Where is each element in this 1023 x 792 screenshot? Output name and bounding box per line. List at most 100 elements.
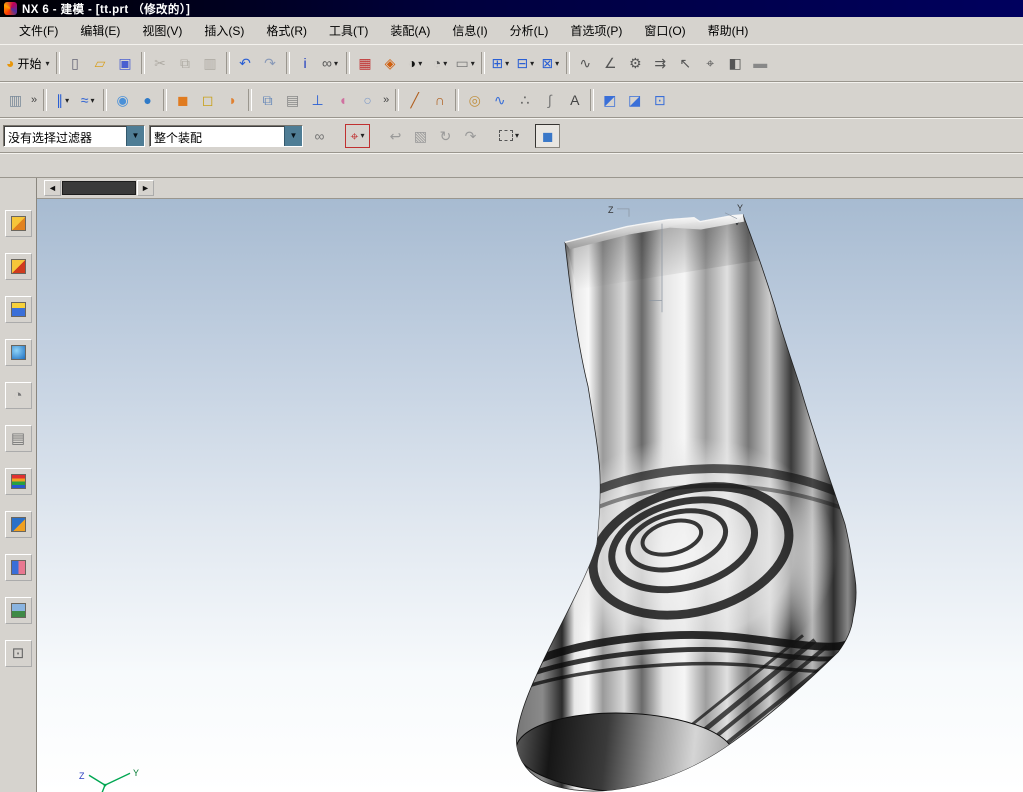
history-tab[interactable]: ▤ <box>4 425 32 452</box>
background-button[interactable]: ▭ ▾ <box>453 51 478 75</box>
dropdown-arrow-icon[interactable]: ▾ <box>443 59 447 68</box>
cylinder-button[interactable]: ○ <box>355 88 380 112</box>
undo-button[interactable]: ↶ <box>233 51 258 75</box>
menu-file[interactable]: 文件(F) <box>8 18 69 43</box>
arc-button[interactable]: ∩ <box>427 88 452 112</box>
menu-tools[interactable]: 工具(T) <box>318 18 379 43</box>
selection-filter-dropdown-button[interactable]: ▼ <box>126 125 144 146</box>
helix-button[interactable]: ∫ <box>537 88 562 112</box>
redo-button[interactable]: ↷ <box>258 51 283 75</box>
wcs-triad[interactable]: Y Z <box>79 768 139 792</box>
face-shape-button[interactable]: ◗ <box>220 88 245 112</box>
orient-view-button[interactable]: ◔ ▾ <box>428 51 453 75</box>
snap-point-toggle[interactable]: ⌖ ▾ <box>345 123 370 148</box>
menu-preferences[interactable]: 首选项(P) <box>559 18 633 43</box>
fit-view-button[interactable]: ⊞ ▾ <box>488 51 513 75</box>
wireframe-solid-button[interactable]: ◻ <box>195 88 220 112</box>
section-view-button[interactable]: ∥ ▾ <box>50 88 75 112</box>
dropdown-arrow-icon[interactable]: ▾ <box>334 59 338 68</box>
dropdown-arrow-icon[interactable]: ▾ <box>505 59 509 68</box>
toolbar-overflow-1[interactable]: » <box>31 94 37 106</box>
start-button[interactable]: ◕ 开始 ▾ <box>3 51 53 75</box>
studio-spline-button[interactable]: ∿ <box>487 88 512 112</box>
orient-wcs-button[interactable]: ↷ <box>458 124 483 148</box>
layer-settings-button[interactable]: ⧉ <box>255 88 280 112</box>
constraint-navigator-tab[interactable] <box>4 253 32 280</box>
preferences-button[interactable]: ⚙ <box>623 51 648 75</box>
deviation-gauge-button[interactable]: ∿ <box>573 51 598 75</box>
scroll-left-button[interactable]: ◄ <box>44 180 61 196</box>
system-scenes-tab[interactable] <box>4 597 32 624</box>
dropdown-arrow-icon[interactable]: ▾ <box>360 131 364 140</box>
dropdown-arrow-icon[interactable]: ▾ <box>45 59 49 68</box>
ruled-surface-button[interactable]: ◩ <box>597 88 622 112</box>
reuse-library-tab[interactable] <box>4 339 32 366</box>
swept-surface-button[interactable]: ⊡ <box>647 88 672 112</box>
dropdown-arrow-icon[interactable]: ▾ <box>530 59 534 68</box>
rendering-style-button[interactable]: ◈ <box>378 51 403 75</box>
selection-scope-combo[interactable]: 整个装配 ▼ <box>149 124 303 147</box>
menu-insert[interactable]: 插入(S) <box>193 18 255 43</box>
through-curves-button[interactable]: ◪ <box>622 88 647 112</box>
save-button[interactable]: ▣ <box>113 51 138 75</box>
rotate-view-button[interactable]: ↻ <box>433 124 458 148</box>
rectangle-select-button[interactable]: ▾ <box>496 124 522 148</box>
menu-information[interactable]: 信息(I) <box>441 18 498 43</box>
interpart-link-button[interactable]: ∞ <box>307 124 332 148</box>
undo-selection-button[interactable]: ↩ <box>383 124 408 148</box>
title-bar[interactable]: NX 6 - 建模 - [tt.prt （修改的）] <box>0 0 1023 17</box>
process-studio-tab[interactable] <box>4 511 32 538</box>
point-button[interactable]: ∴ <box>512 88 537 112</box>
display-part-button[interactable]: ▦ <box>353 51 378 75</box>
sphere-wireframe-button[interactable]: ◉ <box>110 88 135 112</box>
part-navigator-tab[interactable] <box>4 296 32 323</box>
dropdown-arrow-icon[interactable]: ▾ <box>90 96 94 105</box>
measure-distance-button[interactable]: ◧ <box>723 51 748 75</box>
hd3d-tools-tab[interactable]: ◔ <box>4 382 32 409</box>
new-button[interactable]: ▯ <box>63 51 88 75</box>
freeform-surface-button[interactable]: ◖ <box>330 88 355 112</box>
scroll-right-button[interactable]: ► <box>137 180 154 196</box>
windows-tab[interactable]: ⊡ <box>4 640 32 667</box>
scroll-thumb[interactable] <box>62 181 136 195</box>
menu-edit[interactable]: 编辑(E) <box>69 18 131 43</box>
curve-connect-button[interactable]: ≈ ▾ <box>75 88 100 112</box>
zoom-button[interactable]: ⊟ ▾ <box>513 51 538 75</box>
notebook-button[interactable]: ▤ <box>280 88 305 112</box>
simple-angle-button[interactable]: ∠ <box>598 51 623 75</box>
pan-button[interactable]: ⊠ ▾ <box>538 51 563 75</box>
open-button[interactable]: ▱ <box>88 51 113 75</box>
menu-view[interactable]: 视图(V) <box>131 18 193 43</box>
dropdown-arrow-icon[interactable]: ▾ <box>471 59 475 68</box>
snap-point-button[interactable]: ⌖ <box>698 51 723 75</box>
dropdown-arrow-icon[interactable]: ▾ <box>515 131 519 140</box>
menu-analysis[interactable]: 分析(L) <box>499 18 560 43</box>
graphics-viewport[interactable]: Z Y Y Z <box>37 199 1023 792</box>
copy-button[interactable]: ⧉ <box>173 51 198 75</box>
dropdown-arrow-icon[interactable]: ▾ <box>555 59 559 68</box>
cut-button[interactable]: ✂ <box>148 51 173 75</box>
roles-tab[interactable] <box>4 554 32 581</box>
menu-window[interactable]: 窗口(O) <box>633 18 696 43</box>
shaded-button[interactable]: ◑ ▾ <box>403 51 428 75</box>
information-window-button[interactable]: i <box>293 51 318 75</box>
selection-filter-combo[interactable]: 没有选择过滤器 ▼ <box>3 124 145 147</box>
toolbar-overflow-2[interactable]: » <box>383 94 389 106</box>
refresh-button[interactable]: ⇉ <box>648 51 673 75</box>
menu-format[interactable]: 格式(R) <box>255 18 318 43</box>
sphere-shaded-button[interactable]: ● <box>135 88 160 112</box>
text-button[interactable]: A <box>562 88 587 112</box>
basic-curves-button[interactable]: ◎ <box>462 88 487 112</box>
ruler-button[interactable]: ▬ <box>748 51 773 75</box>
paste-button[interactable]: ▥ <box>198 51 223 75</box>
selection-scope-dropdown-button[interactable]: ▼ <box>284 125 302 146</box>
model-canvas[interactable]: Z Y Y Z <box>37 199 1023 792</box>
dropdown-arrow-icon[interactable]: ▾ <box>65 96 69 105</box>
menu-assemblies[interactable]: 装配(A) <box>379 18 441 43</box>
shaded-display-button[interactable]: ◼ <box>535 123 561 148</box>
show-hide-button[interactable]: ▧ <box>408 124 433 148</box>
menu-help[interactable]: 帮助(H) <box>697 18 760 43</box>
system-materials-tab[interactable] <box>4 468 32 495</box>
dropdown-arrow-icon[interactable]: ▾ <box>418 59 422 68</box>
shaded-solid-button[interactable]: ◼ <box>170 88 195 112</box>
